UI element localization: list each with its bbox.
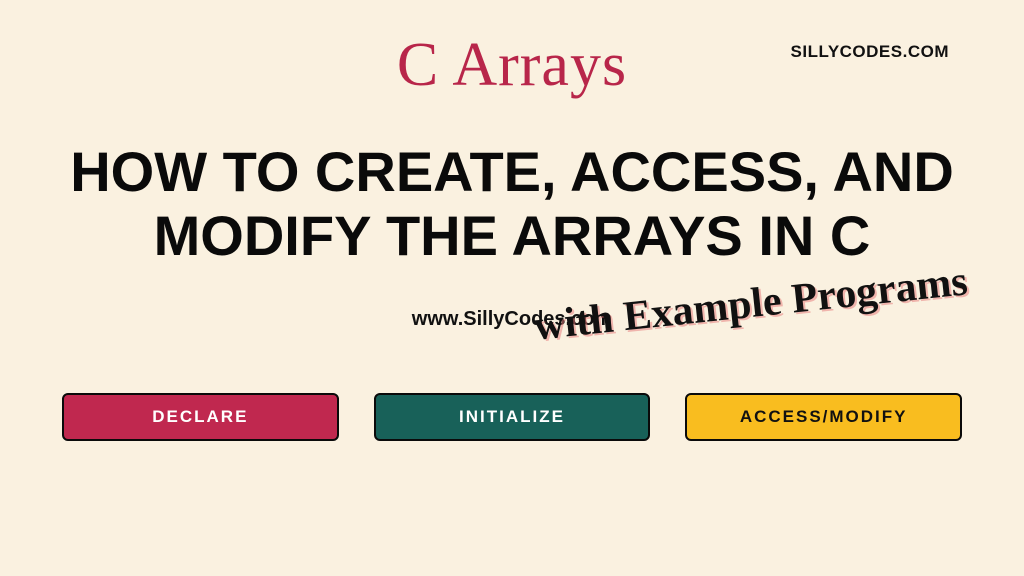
declare-label: DECLARE — [152, 407, 248, 427]
button-row: DECLARE INITIALIZE ACCESS/MODIFY — [62, 393, 962, 441]
subtitle-script: with Example Programs — [532, 257, 970, 350]
topic-script-title: C Arrays — [397, 30, 627, 101]
declare-button[interactable]: DECLARE — [62, 393, 339, 441]
access-modify-label: ACCESS/MODIFY — [740, 407, 908, 427]
access-modify-button[interactable]: ACCESS/MODIFY — [685, 393, 962, 441]
initialize-label: INITIALIZE — [459, 407, 565, 427]
initialize-button[interactable]: INITIALIZE — [374, 393, 651, 441]
brand-label: SILLYCODES.COM — [791, 42, 949, 62]
main-heading: HOW TO CREATE, ACCESS, AND MODIFY THE AR… — [62, 140, 962, 269]
